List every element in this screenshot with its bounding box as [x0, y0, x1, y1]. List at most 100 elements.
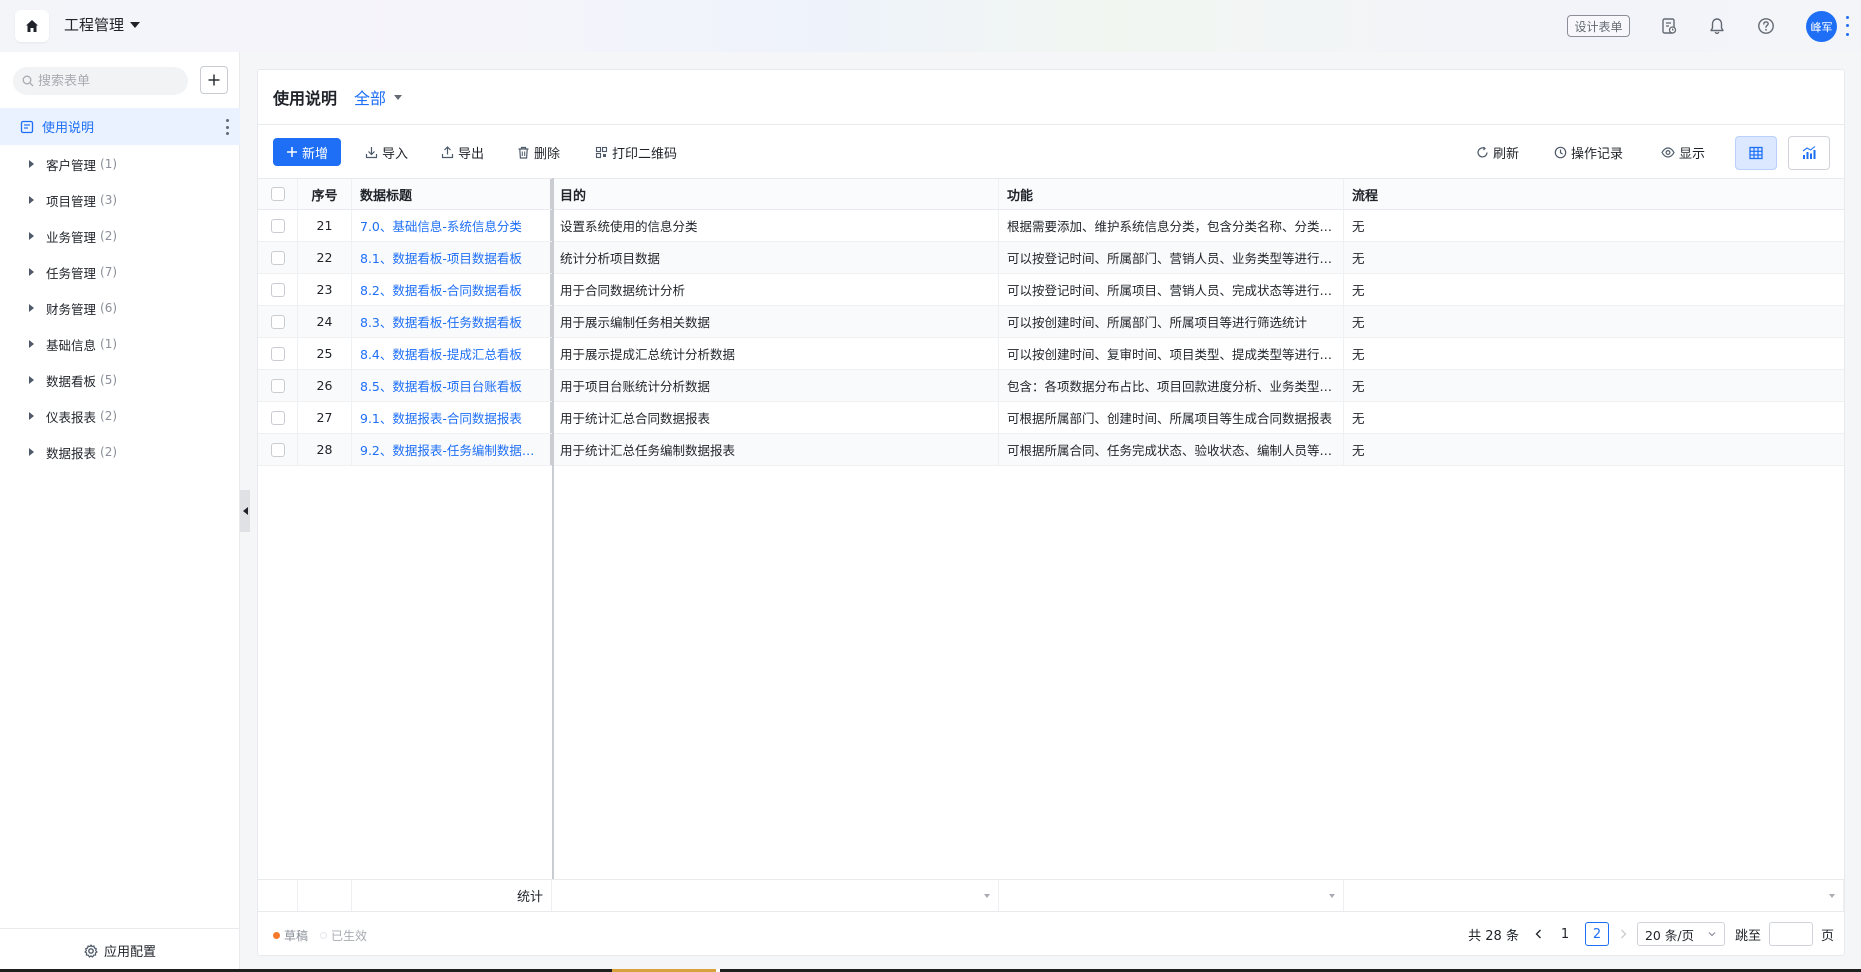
- group-count: (3): [100, 193, 118, 207]
- page-2-current[interactable]: 2: [1584, 922, 1609, 946]
- function-text: 可以按登记时间、所属项目、营销人员、完成状态等进行筛选统计: [1007, 283, 1335, 298]
- sidebar-group-basic-info[interactable]: 基础信息 (1): [0, 326, 240, 362]
- more-vertical-icon[interactable]: [1844, 13, 1850, 39]
- sidebar-group-dashboard[interactable]: 数据看板 (5): [0, 362, 240, 398]
- delete-button[interactable]: 删除: [517, 141, 560, 163]
- row-checkbox[interactable]: [270, 314, 285, 329]
- page-1[interactable]: 1: [1553, 922, 1577, 946]
- chevron-left-icon[interactable]: [1533, 928, 1545, 940]
- more-vertical-icon[interactable]: [226, 119, 230, 135]
- row-checkbox[interactable]: [270, 282, 285, 297]
- sidebar-search[interactable]: [13, 67, 188, 95]
- row-checkbox[interactable]: [270, 218, 285, 233]
- stats-function-select[interactable]: [999, 880, 1344, 911]
- select-all-checkbox[interactable]: [270, 187, 285, 201]
- sidebar-group-data-report[interactable]: 数据报表 (2): [0, 434, 240, 470]
- sidebar-group-project[interactable]: 项目管理 (3): [0, 182, 240, 218]
- avatar[interactable]: 峰军: [1806, 11, 1837, 42]
- column-header-function[interactable]: 功能: [999, 179, 1344, 209]
- cell-purpose: 用于展示编制任务相关数据: [552, 306, 999, 337]
- row-select-cell: [258, 242, 298, 273]
- column-header-title[interactable]: 数据标题: [352, 179, 552, 209]
- table-row[interactable]: 23 8.2、数据看板-合同数据看板 用于合同数据统计分析 可以按登记时间、所属…: [258, 274, 1844, 306]
- cell-title-link[interactable]: 8.3、数据看板-任务数据看板: [352, 306, 552, 337]
- row-checkbox[interactable]: [270, 378, 285, 393]
- cell-title-link[interactable]: 8.1、数据看板-项目数据看板: [352, 242, 552, 273]
- import-button[interactable]: 导入: [365, 141, 408, 163]
- sidebar-group-customer[interactable]: 客户管理 (1): [0, 146, 240, 182]
- home-button[interactable]: [15, 10, 49, 42]
- page-unit: 页: [1820, 928, 1834, 944]
- sidebar-item-usage-guide[interactable]: 使用说明: [0, 108, 240, 145]
- design-form-button[interactable]: 设计表单: [1567, 15, 1630, 37]
- frozen-column-divider: [552, 178, 554, 902]
- row-select-cell: [258, 370, 298, 401]
- title-text: 7.0、基础信息-系统信息分类: [360, 219, 522, 234]
- page-size-select[interactable]: 20 条/页: [1636, 922, 1725, 946]
- cell-title-link[interactable]: 8.5、数据看板-项目台账看板: [352, 370, 552, 401]
- jump-page-input[interactable]: [1768, 922, 1813, 946]
- add-form-button[interactable]: [200, 66, 228, 94]
- cell-title-link[interactable]: 7.0、基础信息-系统信息分类: [352, 210, 552, 241]
- column-header-flow[interactable]: 流程: [1344, 179, 1844, 209]
- table-row[interactable]: 27 9.1、数据报表-合同数据报表 用于统计汇总合同数据报表 可根据所属部门、…: [258, 402, 1844, 434]
- print-qr-button[interactable]: 打印二维码: [595, 141, 677, 163]
- cell-function: 包含：各项数据分布占比、项目回款进度分析、业务类型分析等: [999, 370, 1344, 401]
- refresh-button[interactable]: 刷新: [1476, 141, 1519, 163]
- cell-title-link[interactable]: 9.1、数据报表-合同数据报表: [352, 402, 552, 433]
- bell-icon[interactable]: [1705, 14, 1729, 38]
- sidebar-item-label: 使用说明: [42, 121, 95, 136]
- table-row[interactable]: 21 7.0、基础信息-系统信息分类 设置系统使用的信息分类 根据需要添加、维护…: [258, 210, 1844, 242]
- sidebar-collapse-handle[interactable]: [240, 490, 250, 532]
- app-switcher[interactable]: 工程管理: [64, 14, 141, 35]
- column-header-purpose[interactable]: 目的: [552, 179, 999, 209]
- cell-flow: 无: [1352, 443, 1365, 458]
- table-row[interactable]: 25 8.4、数据看板-提成汇总看板 用于展示提成汇总统计分析数据 可以按创建时…: [258, 338, 1844, 370]
- cell-title-link[interactable]: 8.4、数据看板-提成汇总看板: [352, 338, 552, 369]
- row-checkbox[interactable]: [270, 250, 285, 265]
- view-select[interactable]: 全部: [354, 85, 403, 109]
- data-table: 序号 数据标题 目的 功能 流程 21 7.0、基础信息-系统信息分类 设置系统…: [258, 178, 1844, 466]
- sidebar-group-business[interactable]: 业务管理 (2): [0, 218, 240, 254]
- app-config-button[interactable]: 应用配置: [0, 928, 240, 972]
- sidebar-group-finance[interactable]: 财务管理 (6): [0, 290, 240, 326]
- search-input[interactable]: [38, 73, 178, 89]
- export-icon: [441, 145, 454, 158]
- stats-purpose-select[interactable]: [552, 880, 999, 911]
- purpose-text: 统计分析项目数据: [560, 251, 661, 266]
- table-row[interactable]: 26 8.5、数据看板-项目台账看板 用于项目台账统计分析数据 包含：各项数据分…: [258, 370, 1844, 402]
- group-count: (2): [100, 409, 118, 423]
- export-button[interactable]: 导出: [441, 141, 484, 163]
- select-all-cell: [258, 179, 298, 209]
- cell-function: 根据需要添加、维护系统信息分类，包含分类名称、分类描述等信息: [999, 210, 1344, 241]
- sidebar-group-task[interactable]: 任务管理 (7): [0, 254, 240, 290]
- help-icon[interactable]: [1754, 14, 1778, 38]
- display-button[interactable]: 显示: [1661, 141, 1705, 163]
- add-button[interactable]: 新增: [273, 138, 341, 166]
- group-label: 基础信息: [46, 337, 97, 353]
- group-count: (2): [100, 445, 118, 459]
- operation-log-button[interactable]: 操作记录: [1554, 141, 1623, 163]
- column-header-no[interactable]: 序号: [298, 179, 352, 209]
- view-select-value: 全部: [354, 89, 387, 108]
- table-row[interactable]: 22 8.1、数据看板-项目数据看板 统计分析项目数据 可以按登记时间、所属部门…: [258, 242, 1844, 274]
- row-checkbox[interactable]: [270, 442, 285, 457]
- cell-title-link[interactable]: 9.2、数据报表-任务编制数据报表: [352, 434, 552, 465]
- table-row[interactable]: 28 9.2、数据报表-任务编制数据报表 用于统计汇总任务编制数据报表 可根据所…: [258, 434, 1844, 466]
- cell-no: 22: [298, 242, 352, 273]
- group-label: 客户管理: [46, 157, 97, 173]
- stats-flow-select[interactable]: [1344, 880, 1844, 911]
- row-checkbox[interactable]: [270, 410, 285, 425]
- eye-icon: [1661, 146, 1675, 158]
- sidebar-group-meter-report[interactable]: 仪表报表 (2): [0, 398, 240, 434]
- chevron-right-icon[interactable]: [1617, 928, 1629, 940]
- chart-view-button[interactable]: [1788, 136, 1830, 170]
- cell-title-link[interactable]: 8.2、数据看板-合同数据看板: [352, 274, 552, 305]
- row-checkbox[interactable]: [270, 346, 285, 361]
- task-list-icon[interactable]: [1657, 14, 1681, 38]
- cell-function: 可根据所属合同、任务完成状态、验收状态、编制人员等生成报表: [999, 434, 1344, 465]
- purpose-text: 用于项目台账统计分析数据: [560, 379, 711, 394]
- table-view-button[interactable]: [1735, 136, 1777, 170]
- purpose-text: 用于统计汇总任务编制数据报表: [560, 443, 736, 458]
- table-row[interactable]: 24 8.3、数据看板-任务数据看板 用于展示编制任务相关数据 可以按创建时间、…: [258, 306, 1844, 338]
